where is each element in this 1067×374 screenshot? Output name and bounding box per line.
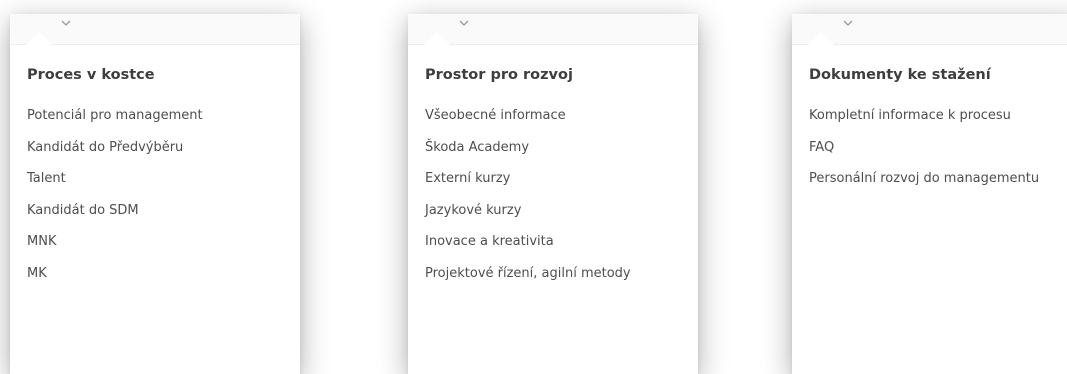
panel-pointer-notch (808, 32, 834, 45)
panel-pointer-notch (26, 32, 52, 45)
panel-title: Proces v kostce (27, 67, 155, 83)
menu-item-mnk[interactable]: MNK (27, 234, 203, 266)
panel-title: Dokumenty ke stažení (809, 67, 991, 83)
menu-item-personalni-rozvoj[interactable]: Personální rozvoj do managementu (809, 171, 1039, 203)
menu-item-jazykove-kurzy[interactable]: Jazykové kurzy (425, 203, 631, 235)
dropdown-panel-proces: Proces v kostce Potenciál pro management… (10, 14, 300, 374)
panel-title: Prostor pro rozvoj (425, 67, 573, 83)
chevron-down-icon[interactable] (456, 17, 472, 29)
menu-item-inovace[interactable]: Inovace a kreativita (425, 234, 631, 266)
menu-item-mk[interactable]: MK (27, 266, 203, 298)
menu-item-talent[interactable]: Talent (27, 171, 203, 203)
menu-item-kandidat-predvyber[interactable]: Kandidát do Předvýběru (27, 140, 203, 172)
menu-item-skoda-academy[interactable]: Škoda Academy (425, 140, 631, 172)
menu-item-externi-kurzy[interactable]: Externí kurzy (425, 171, 631, 203)
panel-link-list: Všeobecné informace Škoda Academy Extern… (425, 108, 631, 297)
panel-pointer-notch (424, 32, 450, 45)
menu-item-kandidat-sdm[interactable]: Kandidát do SDM (27, 203, 203, 235)
menu-item-faq[interactable]: FAQ (809, 140, 1039, 172)
menu-item-kompletni-informace[interactable]: Kompletní informace k procesu (809, 108, 1039, 140)
panel-link-list: Potenciál pro management Kandidát do Pře… (27, 108, 203, 297)
chevron-down-icon[interactable] (840, 17, 856, 29)
menu-item-projektove-rizeni[interactable]: Projektové řízení, agilní metody (425, 266, 631, 298)
menu-item-vseobecne-informace[interactable]: Všeobecné informace (425, 108, 631, 140)
panel-header-strip (408, 14, 698, 45)
dropdown-panel-dokumenty: Dokumenty ke stažení Kompletní informace… (792, 14, 1067, 374)
panel-header-strip (10, 14, 300, 45)
dropdown-panel-prostor: Prostor pro rozvoj Všeobecné informace Š… (408, 14, 698, 374)
panel-link-list: Kompletní informace k procesu FAQ Person… (809, 108, 1039, 203)
chevron-down-icon[interactable] (58, 17, 74, 29)
menu-item-potencial[interactable]: Potenciál pro management (27, 108, 203, 140)
